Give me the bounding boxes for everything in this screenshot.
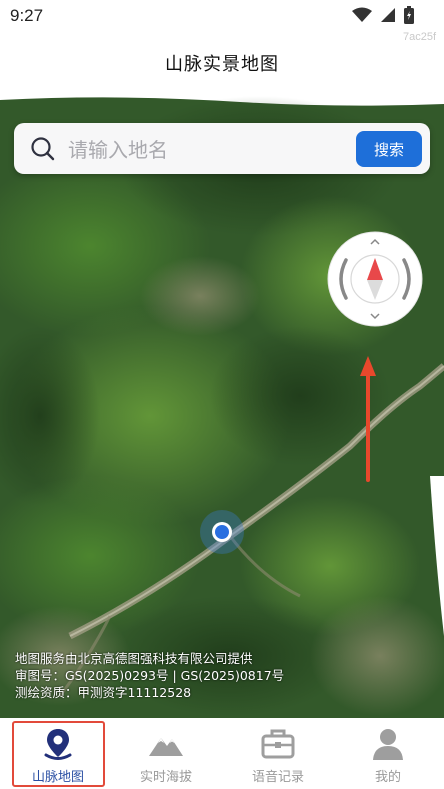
page-title: 山脉实景地图 [165,54,279,75]
tab-label: 实时海拔 [139,770,192,785]
attribution-line: 地图服务由北京高德图强科技有限公司提供 [15,651,253,666]
search-button[interactable]: 搜索 [356,131,422,167]
tab-label: 山脉地图 [31,770,84,785]
signal-icon [381,8,395,22]
tab-mountain-map[interactable]: 山脉地图 [8,718,108,789]
tab-voice-record[interactable]: 语音记录 [228,718,328,789]
status-time: 9:27 [10,6,44,25]
battery-icon [404,6,414,24]
tab-mine[interactable]: 我的 [338,718,438,789]
current-location-icon [200,510,244,554]
location-pin-icon [44,729,72,760]
map-attribution: 地图服务由北京高德图强科技有限公司提供 审图号：GS(2025)0293号 | … [15,650,435,701]
search-icon [31,137,55,161]
compass-icon[interactable] [326,230,424,328]
tab-label: 语音记录 [251,770,304,785]
attribution-line: 审图号：GS(2025)0293号 | GS(2025)0817号 [15,668,285,683]
status-bar: 9:27 7ac25f [0,0,444,43]
wifi-icon [352,7,372,22]
attribution-line: 测绘资质：甲测资字11112528 [15,685,192,700]
briefcase-icon [261,729,295,759]
tab-label: 我的 [374,770,401,785]
bottom-tab-bar: 山脉地图 实时海拔 语音记录 我的 [0,718,444,789]
user-icon [373,729,403,760]
search-bar: 搜索 [14,123,430,174]
direction-arrow-icon [360,356,376,482]
search-input[interactable] [66,132,360,167]
watermark-text: 7ac25f [402,31,436,43]
mountain-icon [149,738,183,756]
tab-realtime-altitude[interactable]: 实时海拔 [116,718,216,789]
